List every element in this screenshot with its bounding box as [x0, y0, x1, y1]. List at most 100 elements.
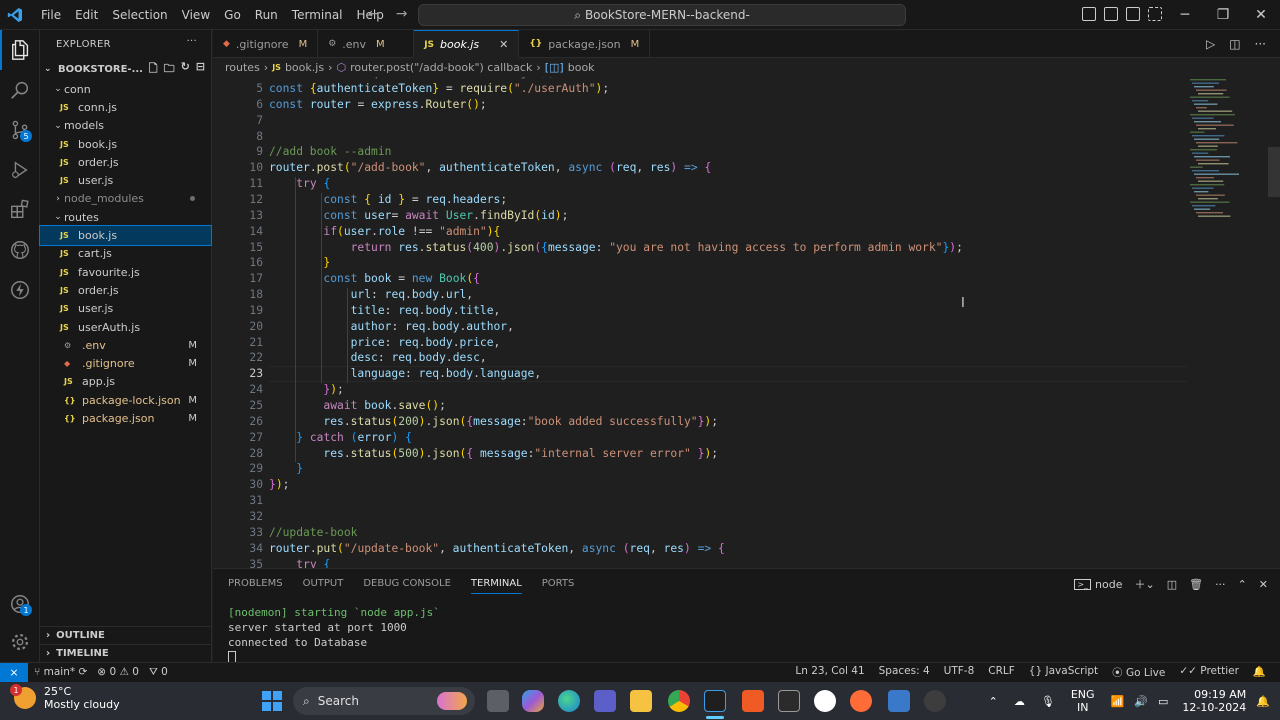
file-item[interactable]: ◆ .gitignore M [40, 354, 211, 372]
terminal-app-icon[interactable] [778, 690, 800, 712]
run-file-icon[interactable]: ▷ [1206, 37, 1215, 51]
onedrive-sync-icon[interactable]: ☁ [1014, 695, 1025, 708]
wifi-icon[interactable]: 📶 [1111, 695, 1125, 708]
file-item[interactable]: JS conn.js [40, 98, 211, 116]
go-live-button[interactable]: ⦿ Go Live [1112, 665, 1165, 680]
battery-icon[interactable]: ▭ [1158, 695, 1168, 708]
code-line[interactable]: const { id } = req.headers; [269, 193, 507, 206]
run-debug-icon[interactable] [0, 150, 40, 190]
file-item[interactable]: JS app.js [40, 373, 211, 391]
taskbar-search[interactable]: ⌕ Search [293, 687, 475, 715]
folder-item[interactable]: ⌄ routes [40, 208, 211, 226]
code-line[interactable]: try { [269, 558, 330, 569]
tab-package-json[interactable]: {} package.json M [519, 30, 651, 58]
code-line[interactable]: }); [269, 478, 289, 491]
code-line[interactable]: const book = new Book({ [269, 272, 480, 285]
code-line[interactable]: //update-book [269, 526, 357, 539]
command-center-search[interactable]: ⌕ BookStore-MERN--backend- [418, 4, 906, 26]
code-editor[interactable]: const Book = require("../models/book.js"… [213, 77, 1280, 568]
toggle-panel-icon[interactable] [1104, 7, 1118, 21]
more-actions-icon[interactable]: ··· [187, 36, 197, 47]
cursor-position[interactable]: Ln 23, Col 41 [795, 665, 864, 680]
new-terminal-icon[interactable]: ＋⌄ [1134, 576, 1154, 592]
end-of-line[interactable]: CRLF [988, 665, 1015, 680]
panel-tab-terminal[interactable]: TERMINAL [470, 573, 522, 594]
close-panel-icon[interactable]: ✕ [1259, 578, 1268, 591]
new-file-icon[interactable]: 🗋 [149, 60, 158, 79]
more-actions-icon[interactable]: ··· [1255, 37, 1266, 51]
input-language[interactable]: ENG IN [1071, 688, 1095, 714]
refresh-icon[interactable]: ↻ [181, 60, 190, 79]
source-control-icon[interactable]: 5 [0, 110, 40, 150]
split-editor-icon[interactable]: ◫ [1229, 37, 1240, 51]
split-terminal-icon[interactable]: ◫ [1167, 578, 1177, 591]
file-item[interactable]: {} package.json M [40, 409, 211, 427]
code-line[interactable]: router.post("/add-book", authenticateTok… [269, 161, 711, 174]
toggle-primary-sidebar-icon[interactable] [1082, 7, 1096, 21]
code-line[interactable]: return res.status(400).json({message: "y… [269, 241, 963, 254]
collapse-all-icon[interactable]: ⊟ [196, 60, 205, 79]
accounts-icon[interactable]: 1 [0, 584, 40, 624]
remote-indicator-icon[interactable]: ⨯ [0, 662, 28, 683]
file-item[interactable]: JS userAuth.js [40, 318, 211, 336]
code-line[interactable]: router.put("/update-book", authenticateT… [269, 542, 725, 555]
code-line[interactable]: //add book --admin [269, 145, 391, 158]
problems-indicator[interactable]: ⊗ 0 ⚠ 0 [97, 666, 139, 679]
new-folder-icon[interactable]: 🗀 [164, 60, 175, 79]
task-view-icon[interactable] [487, 690, 509, 712]
volume-icon[interactable]: 🔊 [1134, 695, 1148, 708]
notepad-icon[interactable] [888, 690, 910, 712]
menu-run[interactable]: Run [248, 0, 285, 30]
code-line[interactable]: const {authenticateToken} = require("./u… [269, 82, 609, 95]
editor-scrollbar[interactable] [1268, 147, 1280, 197]
tab-book-js[interactable]: JS book.js ✕ [414, 30, 520, 58]
toggle-secondary-sidebar-icon[interactable] [1126, 7, 1140, 21]
file-explorer-icon[interactable] [630, 690, 652, 712]
tab-env[interactable]: ⚙ .env M [318, 30, 415, 58]
code-line[interactable]: } [269, 462, 303, 475]
panel-tab-debug-console[interactable]: DEBUG CONSOLE [363, 578, 451, 589]
back-arrow-icon[interactable]: ← [368, 6, 380, 22]
panel-tab-ports[interactable]: PORTS [542, 578, 575, 589]
tab-gitignore[interactable]: ◆ .gitignore M [213, 30, 319, 58]
file-item[interactable]: JS order.js [40, 281, 211, 299]
code-line[interactable]: const user= await User.findById(id); [269, 209, 568, 222]
code-line[interactable]: res.status(500).json({ message:"internal… [269, 447, 718, 460]
vscode-taskbar-icon[interactable] [704, 690, 726, 712]
minimap[interactable] [1190, 77, 1266, 568]
folder-item[interactable]: ⌄ conn [40, 80, 211, 98]
github-icon[interactable] [0, 230, 40, 270]
menu-selection[interactable]: Selection [105, 0, 174, 30]
notification-bell-icon[interactable]: 🔔 [1256, 695, 1270, 708]
code-line[interactable]: desc: req.body.desc, [269, 351, 487, 364]
maximize-icon[interactable]: ❐ [1204, 0, 1242, 30]
postman-icon[interactable] [850, 690, 872, 712]
file-item[interactable]: JS cart.js [40, 245, 211, 263]
explorer-icon[interactable] [0, 30, 40, 70]
settings-app-icon[interactable] [924, 690, 946, 712]
edge-browser-icon[interactable] [558, 690, 580, 712]
menu-view[interactable]: View [175, 0, 217, 30]
folder-item[interactable]: ⌄ models [40, 117, 211, 135]
project-header[interactable]: ⌄ BOOKSTORE-... 🗋 🗀 ↻ ⊟ [40, 58, 211, 80]
panel-tab-output[interactable]: OUTPUT [303, 578, 344, 589]
show-hidden-icons-icon[interactable]: ⌃ [989, 695, 998, 708]
terminal-output[interactable]: [nodemon] starting `node app.js` server … [228, 605, 440, 665]
breadcrumb-variable[interactable]: book [568, 61, 595, 74]
menu-terminal[interactable]: Terminal [285, 0, 350, 30]
code-line[interactable]: if(user.role !== "admin"){ [269, 225, 500, 238]
menu-go[interactable]: Go [217, 0, 248, 30]
manage-gear-icon[interactable] [0, 622, 40, 662]
file-item[interactable]: JS user.js [40, 300, 211, 318]
breadcrumb-symbol[interactable]: router.post("/add-book") callback [350, 61, 532, 74]
prettier-button[interactable]: ✓✓ Prettier [1179, 665, 1239, 680]
file-item[interactable]: ⚙ .env M [40, 336, 211, 354]
customize-layout-icon[interactable] [1148, 7, 1162, 21]
notifications-bell-icon[interactable]: 🔔 [1253, 665, 1266, 680]
code-line[interactable]: }); [269, 383, 343, 396]
breadcrumb-file[interactable]: book.js [285, 61, 324, 74]
folder-item[interactable]: › node_modules [40, 190, 211, 208]
close-window-icon[interactable]: ✕ [1242, 0, 1280, 30]
clock[interactable]: 09:19 AM 12-10-2024 [1182, 688, 1246, 714]
mongodb-compass-icon[interactable] [814, 690, 836, 712]
